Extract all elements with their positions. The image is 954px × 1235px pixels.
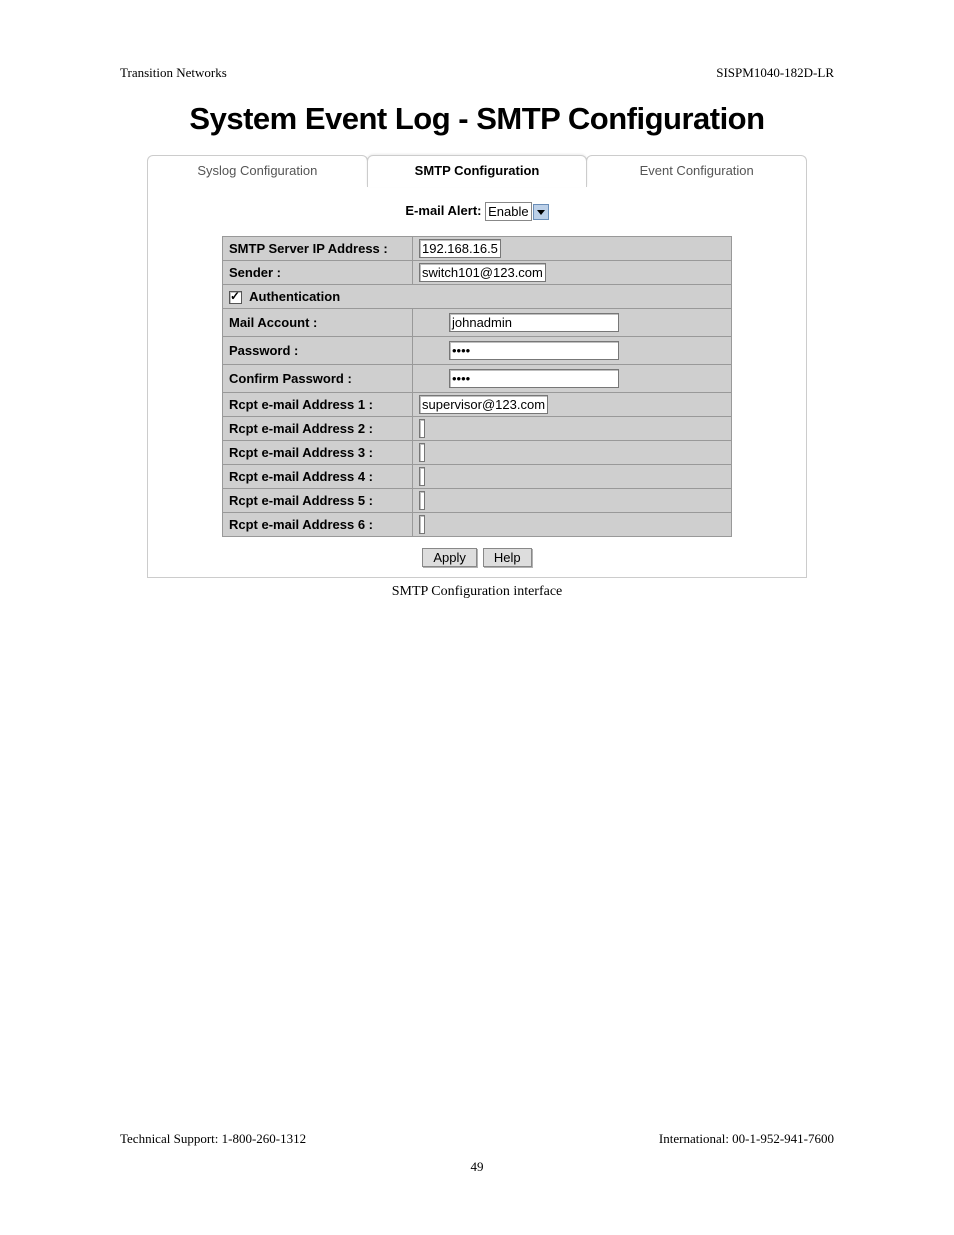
smtp-server-label: SMTP Server IP Address : — [223, 237, 413, 261]
email-alert-label: E-mail Alert: — [405, 203, 481, 218]
confirm-password-label: Confirm Password : — [223, 365, 413, 393]
rcpt4-label: Rcpt e-mail Address 4 : — [223, 465, 413, 489]
email-alert-selected-value: Enable — [488, 204, 528, 219]
email-alert-row: E-mail Alert: Enable — [158, 202, 796, 221]
page-header: Transition Networks SISPM1040-182D-LR — [120, 65, 834, 81]
rcpt3-input[interactable] — [419, 443, 425, 462]
rcpt6-label: Rcpt e-mail Address 6 : — [223, 513, 413, 537]
rcpt6-input[interactable] — [419, 515, 425, 534]
rcpt3-cell — [413, 441, 732, 465]
page-number: 49 — [120, 1159, 834, 1175]
tab-syslog-configuration[interactable]: Syslog Configuration — [147, 155, 368, 187]
table-row: Password : •••• — [223, 337, 732, 365]
tab-bar: Syslog Configuration SMTP Configuration … — [147, 155, 807, 187]
footer-left: Technical Support: 1-800-260-1312 — [120, 1131, 306, 1147]
authentication-checkbox[interactable] — [229, 291, 242, 304]
table-row: Confirm Password : •••• — [223, 365, 732, 393]
page-title: System Event Log - SMTP Configuration — [120, 101, 834, 137]
sender-input[interactable]: switch101@123.com — [419, 263, 546, 282]
rcpt6-cell — [413, 513, 732, 537]
panel-body: E-mail Alert: Enable SMTP Server IP Addr… — [147, 187, 807, 578]
apply-button[interactable]: Apply — [422, 548, 477, 567]
table-row: Authentication — [223, 285, 732, 309]
table-row: Rcpt e-mail Address 4 : — [223, 465, 732, 489]
table-row: Rcpt e-mail Address 1 : supervisor@123.c… — [223, 393, 732, 417]
rcpt5-cell — [413, 489, 732, 513]
password-label: Password : — [223, 337, 413, 365]
table-row: Rcpt e-mail Address 6 : — [223, 513, 732, 537]
rcpt1-label: Rcpt e-mail Address 1 : — [223, 393, 413, 417]
header-left: Transition Networks — [120, 65, 227, 81]
table-row: Mail Account : johnadmin — [223, 309, 732, 337]
header-right: SISPM1040-182D-LR — [716, 65, 834, 81]
table-row: Rcpt e-mail Address 5 : — [223, 489, 732, 513]
footer-right: International: 00-1-952-941-7600 — [659, 1131, 834, 1147]
chevron-down-icon[interactable] — [533, 204, 549, 220]
confirm-password-cell: •••• — [413, 365, 732, 393]
email-alert-select[interactable]: Enable — [485, 202, 531, 221]
rcpt3-label: Rcpt e-mail Address 3 : — [223, 441, 413, 465]
table-row: Sender : switch101@123.com — [223, 261, 732, 285]
sender-cell: switch101@123.com — [413, 261, 732, 285]
help-button[interactable]: Help — [483, 548, 532, 567]
rcpt4-input[interactable] — [419, 467, 425, 486]
authentication-row: Authentication — [223, 285, 732, 309]
sender-label: Sender : — [223, 261, 413, 285]
rcpt5-label: Rcpt e-mail Address 5 : — [223, 489, 413, 513]
rcpt4-cell — [413, 465, 732, 489]
rcpt2-input[interactable] — [419, 419, 425, 438]
mail-account-input[interactable]: johnadmin — [449, 313, 619, 332]
config-panel: Syslog Configuration SMTP Configuration … — [147, 155, 807, 578]
table-row: SMTP Server IP Address : 192.168.16.5 — [223, 237, 732, 261]
button-row: Apply Help — [158, 549, 796, 567]
smtp-form-table: SMTP Server IP Address : 192.168.16.5 Se… — [222, 236, 732, 537]
figure-caption: SMTP Configuration interface — [120, 584, 834, 600]
tab-event-configuration[interactable]: Event Configuration — [586, 155, 807, 187]
password-input[interactable]: •••• — [449, 341, 619, 360]
tab-smtp-configuration[interactable]: SMTP Configuration — [367, 155, 588, 187]
mail-account-cell: johnadmin — [413, 309, 732, 337]
rcpt1-input[interactable]: supervisor@123.com — [419, 395, 548, 414]
smtp-server-cell: 192.168.16.5 — [413, 237, 732, 261]
page-footer: Technical Support: 1-800-260-1312 Intern… — [120, 1131, 834, 1175]
rcpt2-cell — [413, 417, 732, 441]
mail-account-label: Mail Account : — [223, 309, 413, 337]
authentication-label: Authentication — [249, 289, 340, 304]
table-row: Rcpt e-mail Address 2 : — [223, 417, 732, 441]
table-row: Rcpt e-mail Address 3 : — [223, 441, 732, 465]
rcpt5-input[interactable] — [419, 491, 425, 510]
password-cell: •••• — [413, 337, 732, 365]
confirm-password-input[interactable]: •••• — [449, 369, 619, 388]
rcpt2-label: Rcpt e-mail Address 2 : — [223, 417, 413, 441]
rcpt1-cell: supervisor@123.com — [413, 393, 732, 417]
smtp-server-input[interactable]: 192.168.16.5 — [419, 239, 501, 258]
